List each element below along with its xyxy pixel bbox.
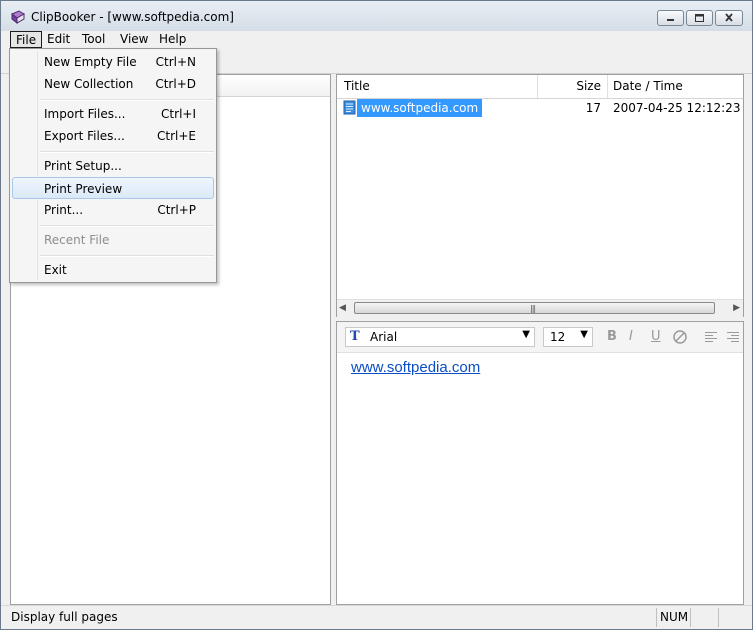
font-select[interactable]: T Arial ▼ [345, 327, 535, 347]
menu-help[interactable]: Help [154, 31, 191, 48]
menu-separator [40, 255, 214, 257]
document-icon [343, 100, 356, 115]
menu-item-label: Print Preview [44, 182, 123, 196]
menu-item-exit[interactable]: Exit [12, 259, 214, 281]
window-title: ClipBooker - [www.softpedia.com] [31, 10, 234, 24]
chevron-down-icon: ▼ [522, 329, 530, 340]
maximize-icon [695, 14, 704, 22]
app-book-icon [11, 10, 25, 25]
grip-icon: ||| [530, 304, 536, 313]
color-picker-icon[interactable] [672, 329, 688, 345]
close-button[interactable] [715, 10, 743, 26]
editor-content-link[interactable]: www.softpedia.com [351, 359, 480, 376]
chevron-down-icon: ▼ [580, 329, 588, 340]
bold-button[interactable]: B [607, 329, 617, 344]
underline-button[interactable]: U [651, 329, 661, 344]
list-header: Title Size Date / Time [337, 75, 743, 99]
menu-item-label: Print... [44, 203, 84, 217]
scroll-left-arrow-icon[interactable]: ◀ [339, 303, 346, 313]
font-name: Arial [370, 330, 398, 344]
row-size: 17 [585, 101, 601, 115]
title-bar[interactable]: ClipBooker - [www.softpedia.com] [1, 1, 752, 31]
list-row[interactable]: www.softpedia.com 17 2007-04-25 12:12:23 [337, 99, 743, 117]
menu-item-label: Exit [44, 263, 67, 277]
menu-separator [40, 225, 214, 227]
menu-item-new-empty-file[interactable]: New Empty File Ctrl+N [12, 51, 214, 73]
format-toolbar: T Arial ▼ 12 ▼ B I U [337, 322, 743, 353]
minimize-icon [667, 19, 674, 21]
minimize-button[interactable] [657, 10, 684, 26]
menu-item-label: New Empty File [44, 55, 137, 69]
menu-item-print[interactable]: Print... Ctrl+P [12, 199, 214, 221]
menu-item-recent-file: Recent File [12, 229, 214, 251]
align-left-icon[interactable] [704, 331, 718, 343]
menu-tool[interactable]: Tool [77, 31, 110, 48]
menu-item-shortcut: Ctrl+N [155, 55, 196, 69]
editor-pane[interactable]: T Arial ▼ 12 ▼ B I U www.softpedia.com [336, 321, 744, 605]
menu-view[interactable]: View [115, 31, 153, 48]
menu-file[interactable]: File [10, 31, 43, 48]
menu-item-shortcut: Ctrl+D [155, 77, 196, 91]
scroll-right-arrow-icon[interactable]: ▶ [733, 303, 740, 313]
close-icon [725, 13, 733, 22]
menu-item-label: Export Files... [44, 129, 125, 143]
status-panel-empty-2 [718, 608, 744, 627]
row-title: www.softpedia.com [357, 99, 483, 117]
status-bar: Display full pages NUM [1, 605, 752, 629]
scroll-thumb[interactable]: ||| [354, 302, 715, 314]
file-menu-dropdown: New Empty File Ctrl+N New Collection Ctr… [9, 48, 217, 283]
italic-button[interactable]: I [629, 329, 633, 344]
column-size[interactable]: Size [538, 75, 608, 98]
align-right-icon[interactable] [726, 331, 740, 343]
row-date: 2007-04-25 12:12:23 [613, 101, 741, 115]
font-size-value: 12 [550, 330, 566, 344]
menu-separator [40, 99, 214, 101]
column-date[interactable]: Date / Time [608, 75, 743, 98]
menu-item-label: New Collection [44, 77, 134, 91]
menu-item-shortcut: Ctrl+E [157, 129, 196, 143]
menu-item-export-files[interactable]: Export Files... Ctrl+E [12, 125, 214, 147]
font-type-icon: T [350, 329, 360, 344]
font-size-select[interactable]: 12 ▼ [543, 327, 593, 347]
menu-item-new-collection[interactable]: New Collection Ctrl+D [12, 73, 214, 95]
menu-edit[interactable]: Edit [42, 31, 75, 48]
num-lock-indicator: NUM [660, 610, 689, 624]
menu-item-import-files[interactable]: Import Files... Ctrl+I [12, 103, 214, 125]
app-window: ClipBooker - [www.softpedia.com] File Ed… [0, 0, 753, 630]
menu-item-print-preview[interactable]: Print Preview [12, 177, 214, 199]
menu-item-label: Import Files... [44, 107, 126, 121]
menu-item-label: Recent File [44, 233, 110, 247]
file-list-pane[interactable]: Title Size Date / Time www.softpedia.com… [336, 74, 744, 317]
menu-item-print-setup[interactable]: Print Setup... [12, 155, 214, 177]
column-title[interactable]: Title [337, 75, 538, 98]
menu-separator [40, 151, 214, 153]
status-panel-empty-1 [690, 608, 718, 627]
menu-bar: File Edit Tool View Help [1, 31, 752, 48]
horizontal-scrollbar[interactable]: ◀ ||| ▶ [337, 299, 743, 317]
status-text: Display full pages [11, 610, 118, 624]
maximize-button[interactable] [686, 10, 713, 26]
menu-item-label: Print Setup... [44, 159, 122, 173]
menu-item-shortcut: Ctrl+P [157, 203, 196, 217]
menu-item-shortcut: Ctrl+I [161, 107, 196, 121]
